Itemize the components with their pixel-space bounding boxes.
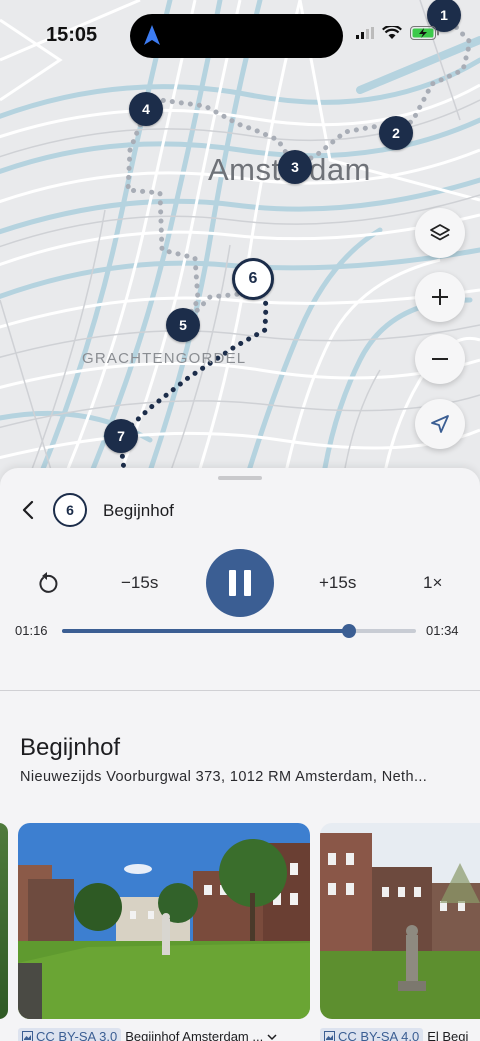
locate-icon [431, 415, 449, 433]
zoom-in-icon [432, 289, 448, 305]
license-text-2: CC BY-SA 4.0 [338, 1029, 420, 1041]
progress-thumb[interactable] [341, 624, 356, 638]
route-stop-marker-3[interactable]: 3 [278, 150, 312, 184]
image-icon [324, 1031, 335, 1041]
gallery-photo-2[interactable] [320, 823, 480, 1019]
audio-controls: −15s +15s 1× [0, 548, 480, 618]
stop-title: Begijnhof [103, 501, 174, 520]
navigation-arrow-icon [144, 25, 160, 45]
license-badge-2[interactable]: CC BY-SA 4.0 [320, 1028, 424, 1041]
chevron-left-icon [22, 500, 34, 520]
battery-charging-icon [410, 26, 439, 40]
route-stop-marker-6[interactable]: 6 [232, 258, 274, 300]
layers-icon [430, 224, 450, 241]
pause-button[interactable] [206, 549, 274, 617]
sheet-drag-handle[interactable] [218, 476, 262, 480]
elapsed-time: 01:16 [15, 623, 48, 638]
rewind-15-button[interactable]: −15s [121, 573, 158, 593]
gallery-caption-1: CC BY-SA 3.0 Begijnhof Amsterdam ... [18, 1028, 277, 1041]
zoom-out-icon [432, 358, 448, 360]
stop-number-badge: 6 [53, 493, 87, 527]
cellular-signal-icon [356, 27, 374, 39]
map-canvas [0, 0, 480, 500]
license-badge-1[interactable]: CC BY-SA 3.0 [18, 1028, 122, 1041]
chevron-down-icon[interactable] [267, 1033, 277, 1041]
map-view[interactable]: Amsterdam GRACHTENGORDEL 1 2 3 4 5 6 7 1… [0, 0, 480, 500]
route-stop-marker-5[interactable]: 5 [166, 308, 200, 342]
progress-slider[interactable] [62, 624, 416, 638]
photo-title-2: El Begi [427, 1029, 469, 1041]
gallery-caption-2: CC BY-SA 4.0 El Begi [320, 1028, 468, 1041]
section-divider [0, 690, 480, 691]
route-stop-marker-2[interactable]: 2 [379, 116, 413, 150]
playback-speed-button[interactable]: 1× [423, 573, 442, 593]
progress-fill [62, 629, 349, 633]
route-stop-marker-7[interactable]: 7 [104, 419, 138, 453]
locate-me-button[interactable] [415, 399, 465, 449]
gallery-photo-previous[interactable] [0, 823, 8, 1019]
photo-title-1: Begijnhof Amsterdam ... [125, 1029, 264, 1041]
wifi-icon [382, 26, 402, 39]
back-button[interactable] [16, 498, 40, 522]
place-address: Nieuwezijds Voorburgwal 373, 1012 RM Ams… [20, 769, 428, 785]
image-icon [22, 1031, 33, 1041]
forward-15-button[interactable]: +15s [319, 573, 356, 593]
map-layers-button[interactable] [415, 208, 465, 258]
begijnhof-statue-photo [320, 823, 480, 1019]
place-title: Begijnhof [20, 734, 121, 761]
restart-icon [39, 572, 58, 593]
zoom-out-button[interactable] [415, 334, 465, 384]
progress-row: 01:16 01:34 [0, 618, 480, 642]
map-district-label: GRACHTENGORDEL [82, 350, 247, 367]
begijnhof-courtyard-photo [18, 823, 310, 1019]
route-stop-marker-4[interactable]: 4 [129, 92, 163, 126]
status-icons [356, 26, 440, 40]
gallery-photo-1[interactable] [18, 823, 310, 1019]
zoom-in-button[interactable] [415, 272, 465, 322]
restart-button[interactable] [36, 571, 58, 600]
photo-gallery[interactable]: CC BY-SA 3.0 Begijnhof Amsterdam ... CC … [0, 823, 480, 1041]
stop-header: 6 Begijnhof [0, 492, 480, 528]
pause-icon [229, 570, 236, 596]
total-time: 01:34 [426, 623, 459, 638]
bottom-sheet[interactable]: 6 Begijnhof −15s +15s 1× 01:16 01:34 Beg… [0, 468, 480, 1041]
dynamic-island [130, 14, 343, 58]
status-time: 15:05 [46, 24, 98, 46]
license-text-1: CC BY-SA 3.0 [36, 1029, 118, 1041]
